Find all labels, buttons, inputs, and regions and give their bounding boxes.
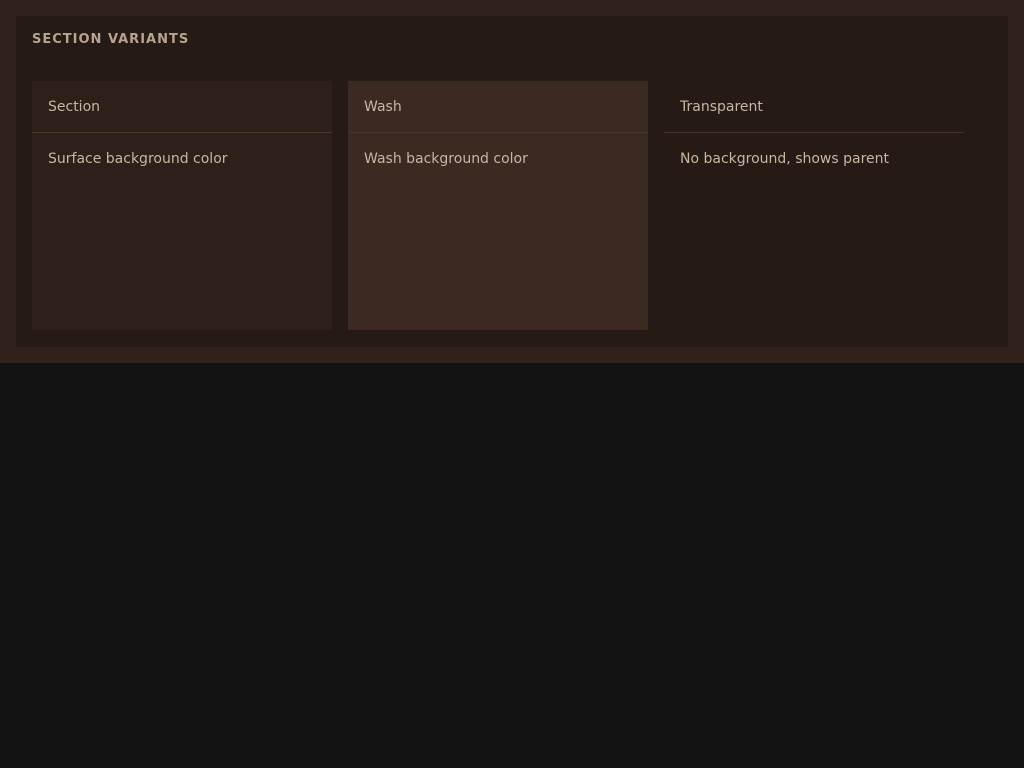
section-card-header: Section [32,81,332,133]
transparent-card-header: Transparent [664,81,964,133]
wash-card-body: Wash background color [364,151,528,167]
section-variants-container: SECTION VARIANTS Section Surface backgro… [0,0,1024,363]
wash-card-header: Wash [348,81,648,133]
transparent-card-body: No background, shows parent [680,151,890,167]
section-variants-panel: SECTION VARIANTS Section Surface backgro… [16,16,1008,347]
transparent-card: Transparent No background, shows parent [664,81,964,330]
section-card-body: Surface background color [48,151,228,167]
wash-card: Wash Wash background color [348,81,648,330]
section-card: Section Surface background color [32,81,332,330]
panel-title: SECTION VARIANTS [32,32,190,47]
